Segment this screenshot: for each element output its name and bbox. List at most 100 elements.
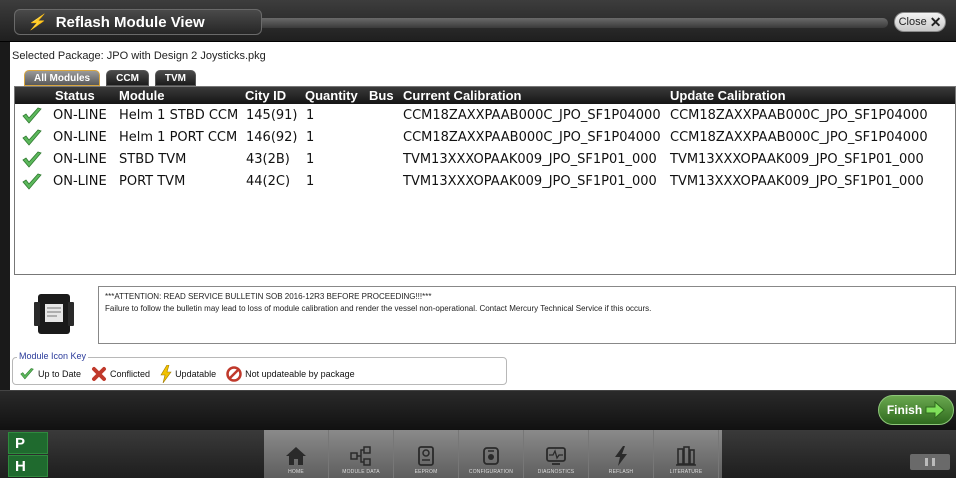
pause-icon [925,458,928,466]
key-item-conflicted: Conflicted [91,366,150,382]
key-item-updatable: Updatable [160,365,216,383]
header-bus: Bus [369,88,394,103]
diagnostics-icon [546,447,566,465]
header-status: Status [55,88,95,103]
reflash-icon [615,446,627,466]
module-table: Status Module City ID Quantity Bus Curre… [14,86,956,275]
configuration-icon [483,447,499,465]
nav-label: MODULE DATA [342,469,380,475]
bottom-nav: P H HOME MODULE DATA EEPROM CONFIGURATIO… [0,430,956,478]
row-quantity: 1 [306,130,315,145]
footer-bar: Finish [0,390,956,430]
row-city-id: 43(2B) [246,152,290,167]
key-label-updatable: Updatable [175,369,217,379]
table-row[interactable]: ON-LINE STBD TVM 43(2B) 1 TVM13XXXOPAAK0… [15,149,955,171]
table-row[interactable]: ON-LINE Helm 1 PORT CCM 146(92) 1 CCM18Z… [15,127,955,149]
row-module: Helm 1 STBD CCM [119,108,239,123]
attention-message: ***ATTENTION: READ SERVICE BULLETIN SOB … [98,286,956,344]
window-title: Reflash Module View [55,13,205,31]
icon-key-items: Up to Date Conflicted Updatable Not upda… [19,365,365,383]
row-city-id: 145(91) [246,108,298,123]
row-update-calibration: CCM18ZAXXPAAB000C_JPO_SF1P04000 [670,108,928,123]
row-module: Helm 1 PORT CCM [119,130,238,145]
icon-key-title: Module Icon Key [17,351,89,361]
table-header: Status Module City ID Quantity Bus Curre… [15,87,955,104]
nav-label: LITERATURE [669,469,703,475]
table-row[interactable]: ON-LINE PORT TVM 44(2C) 1 TVM13XXXOPAAK0… [15,171,955,193]
row-update-calibration: TVM13XXXOPAAK009_JPO_SF1P01_000 [670,152,924,167]
module-tabs: All Modules CCM TVM [24,70,197,86]
nav-diagnostics[interactable]: DIAGNOSTICS [524,430,589,478]
check-icon [22,151,42,168]
row-current-calibration: TVM13XXXOPAAK009_JPO_SF1P01_000 [403,174,657,189]
row-update-calibration: CCM18ZAXXPAAB000C_JPO_SF1P04000 [670,130,928,145]
p-button[interactable]: P [8,432,48,454]
header-current-calibration: Current Calibration [403,88,522,103]
window-title-tab: ⚡ Reflash Module View [14,9,262,35]
pause-icon [932,458,935,466]
header-quantity: Quantity [305,88,358,103]
nav-strip: HOME MODULE DATA EEPROM CONFIGURATION DI… [264,430,722,478]
key-label-not-updateable: Not updateable by package [245,369,355,379]
nav-module-data[interactable]: MODULE DATA [329,430,394,478]
title-bar: ⚡ Reflash Module View Close ✕ [0,0,956,42]
row-current-calibration: CCM18ZAXXPAAB000C_JPO_SF1P04000 [403,108,661,123]
row-city-id: 44(2C) [246,174,291,189]
row-module: PORT TVM [119,174,186,189]
attention-line-2: Failure to follow the bulletin may lead … [105,304,652,313]
row-module: STBD TVM [119,152,187,167]
nav-configuration[interactable]: CONFIGURATION [459,430,524,478]
nav-label: REFLASH [608,469,634,475]
check-icon [22,129,42,146]
module-data-icon [350,446,371,466]
header-city-id: City ID [245,88,287,103]
key-label-conflicted: Conflicted [110,369,151,379]
row-quantity: 1 [306,174,315,189]
row-status: ON-LINE [53,174,107,189]
nav-label: HOME [288,469,304,475]
close-button[interactable]: Close ✕ [894,12,946,32]
lightning-icon: ⚡ [27,14,46,31]
tab-tvm[interactable]: TVM [154,70,197,86]
row-quantity: 1 [306,152,315,167]
finish-label: Finish [886,403,923,417]
check-icon [20,368,34,380]
close-icon: ✕ [929,14,942,30]
row-status: ON-LINE [53,152,107,167]
key-label-up-to-date: Up to Date [38,369,82,379]
h-button[interactable]: H [8,455,48,477]
title-divider [262,18,888,28]
row-city-id: 146(92) [246,130,298,145]
nav-home[interactable]: HOME [264,430,329,478]
row-update-calibration: TVM13XXXOPAAK009_JPO_SF1P01_000 [670,174,924,189]
nav-label: CONFIGURATION [468,469,514,475]
selected-package-label: Selected Package: JPO with Design 2 Joys… [12,50,266,62]
check-icon [22,173,42,190]
lightning-icon [160,365,172,383]
home-icon [286,447,306,465]
close-label: Close [898,16,927,28]
table-row[interactable]: ON-LINE Helm 1 STBD CCM 145(91) 1 CCM18Z… [15,105,955,127]
key-item-up-to-date: Up to Date [19,367,81,381]
nav-label: DIAGNOSTICS [537,469,575,475]
header-module: Module [119,88,165,103]
nav-label: EEPROM [414,469,438,475]
nav-reflash[interactable]: REFLASH [589,430,654,478]
check-icon [22,107,42,124]
module-icon-key: Module Icon Key Up to Date Conflicted Up… [12,351,507,385]
module-icon [34,294,74,334]
tab-all-modules[interactable]: All Modules [24,70,101,86]
row-current-calibration: TVM13XXXOPAAK009_JPO_SF1P01_000 [403,152,657,167]
nav-eeprom[interactable]: EEPROM [394,430,459,478]
header-update-calibration: Update Calibration [670,88,786,103]
eeprom-icon [418,446,434,466]
nav-literature[interactable]: LITERATURE [654,430,719,478]
main-panel: Selected Package: JPO with Design 2 Joys… [10,42,956,390]
no-entry-icon [226,366,242,382]
pause-button[interactable] [910,454,950,470]
finish-button[interactable]: Finish [878,395,954,425]
conflicted-icon [92,367,107,381]
tab-ccm[interactable]: CCM [106,70,149,86]
row-status: ON-LINE [53,108,107,123]
key-item-not-updateable: Not updateable by package [226,366,355,382]
